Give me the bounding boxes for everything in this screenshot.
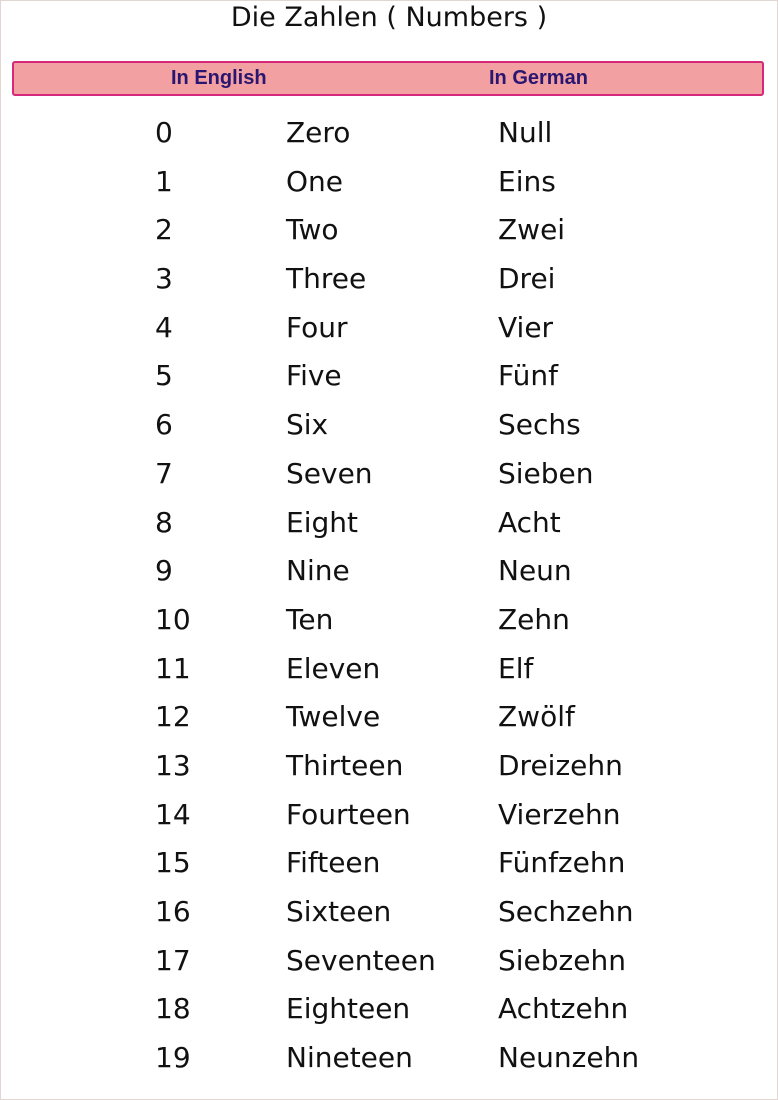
table-row: 13 Thirteen Dreizehn — [0, 745, 778, 794]
german-cell: Eins — [498, 164, 556, 198]
number-cell: 16 — [155, 895, 191, 928]
english-cell: Twelve — [286, 700, 381, 734]
number-cell: 0 — [155, 116, 173, 149]
table-row: 5 Five Fünf — [0, 355, 778, 404]
german-cell: Zehn — [498, 602, 570, 636]
column-header-bar: In English In German — [12, 61, 764, 96]
table-row: 0 Zero Null — [0, 112, 778, 161]
table-row: 1 One Eins — [0, 161, 778, 210]
number-cell: 5 — [155, 359, 173, 393]
header-english: In English — [171, 67, 267, 89]
german-cell: Zwölf — [498, 700, 575, 734]
page-title: Die Zahlen ( Numbers ) — [230, 2, 548, 33]
german-cell: Null — [498, 116, 553, 149]
number-cell: 17 — [155, 943, 191, 977]
english-cell: Eighteen — [286, 992, 411, 1026]
english-cell: Sixteen — [286, 895, 392, 928]
german-cell: Vierzehn — [498, 797, 621, 831]
number-cell: 12 — [155, 700, 191, 734]
numbers-table: 0 Zero Null 1 One Eins 2 Two Zwei 3 Three Drei 4 Four… — [0, 112, 778, 1086]
table-row: 10 Ten Zehn — [0, 599, 778, 648]
number-cell: 11 — [155, 651, 191, 685]
german-cell: Elf — [498, 651, 534, 685]
table-row: 4 Four Vier — [0, 307, 778, 356]
number-cell: 19 — [155, 1041, 191, 1075]
english-cell: Nine — [286, 554, 350, 588]
number-cell: 4 — [155, 310, 173, 344]
english-cell: Two — [286, 213, 339, 247]
german-cell: Neun — [498, 554, 572, 588]
number-cell: 9 — [155, 554, 173, 588]
english-cell: Eleven — [286, 651, 381, 685]
table-row: 3 Three Drei — [0, 258, 778, 307]
number-cell: 6 — [155, 408, 173, 442]
german-cell: Fünf — [498, 359, 558, 393]
german-cell: Zwei — [498, 213, 566, 247]
table-row: 11 Eleven Elf — [0, 648, 778, 697]
german-cell: Siebzehn — [498, 943, 626, 977]
english-cell: Five — [286, 359, 342, 393]
german-cell: Fünfzehn — [498, 846, 626, 880]
english-cell: Fourteen — [286, 797, 411, 831]
number-cell: 14 — [155, 797, 191, 831]
number-cell: 7 — [155, 456, 173, 490]
table-row: 7 Seven Sieben — [0, 453, 778, 502]
german-cell: Dreizehn — [498, 748, 623, 782]
table-row: 8 Eight Acht — [0, 502, 778, 551]
german-cell: Neunzehn — [498, 1041, 640, 1075]
english-cell: One — [286, 164, 344, 198]
english-cell: Fifteen — [286, 846, 381, 880]
english-cell: Eight — [286, 505, 358, 539]
english-cell: Seven — [286, 456, 373, 490]
header-german: In German — [489, 67, 588, 89]
table-row: 16 Sixteen Sechzehn — [0, 891, 778, 940]
number-cell: 15 — [155, 846, 191, 880]
table-row: 14 Fourteen Vierzehn — [0, 794, 778, 843]
table-row: 6 Six Sechs — [0, 404, 778, 453]
german-cell: Sechzehn — [498, 895, 634, 928]
english-cell: Six — [286, 408, 329, 442]
english-cell: Three — [286, 262, 367, 296]
german-cell: Vier — [498, 310, 554, 344]
english-cell: Nineteen — [286, 1041, 413, 1075]
table-row: 19 Nineteen Neunzehn — [0, 1037, 778, 1086]
number-cell: 2 — [155, 213, 173, 247]
german-cell: Achtzehn — [498, 992, 629, 1026]
table-row: 17 Seventeen Siebzehn — [0, 940, 778, 989]
table-row: 12 Twelve Zwölf — [0, 696, 778, 745]
german-cell: Sechs — [498, 408, 581, 442]
number-cell: 13 — [155, 748, 191, 782]
german-cell: Sieben — [498, 456, 594, 490]
table-row: 9 Nine Neun — [0, 550, 778, 599]
english-cell: Seventeen — [286, 943, 436, 977]
german-cell: Acht — [498, 505, 561, 539]
number-cell: 18 — [155, 992, 191, 1026]
table-row: 2 Two Zwei — [0, 209, 778, 258]
english-cell: Thirteen — [286, 748, 404, 782]
number-cell: 8 — [155, 505, 173, 539]
english-cell: Zero — [286, 116, 351, 149]
number-cell: 3 — [155, 262, 173, 296]
table-row: 18 Eighteen Achtzehn — [0, 988, 778, 1037]
table-row: 15 Fifteen Fünfzehn — [0, 842, 778, 891]
english-cell: Ten — [286, 602, 334, 636]
english-cell: Four — [286, 310, 348, 344]
number-cell: 10 — [155, 602, 191, 636]
german-cell: Drei — [498, 262, 556, 296]
number-cell: 1 — [155, 164, 173, 198]
